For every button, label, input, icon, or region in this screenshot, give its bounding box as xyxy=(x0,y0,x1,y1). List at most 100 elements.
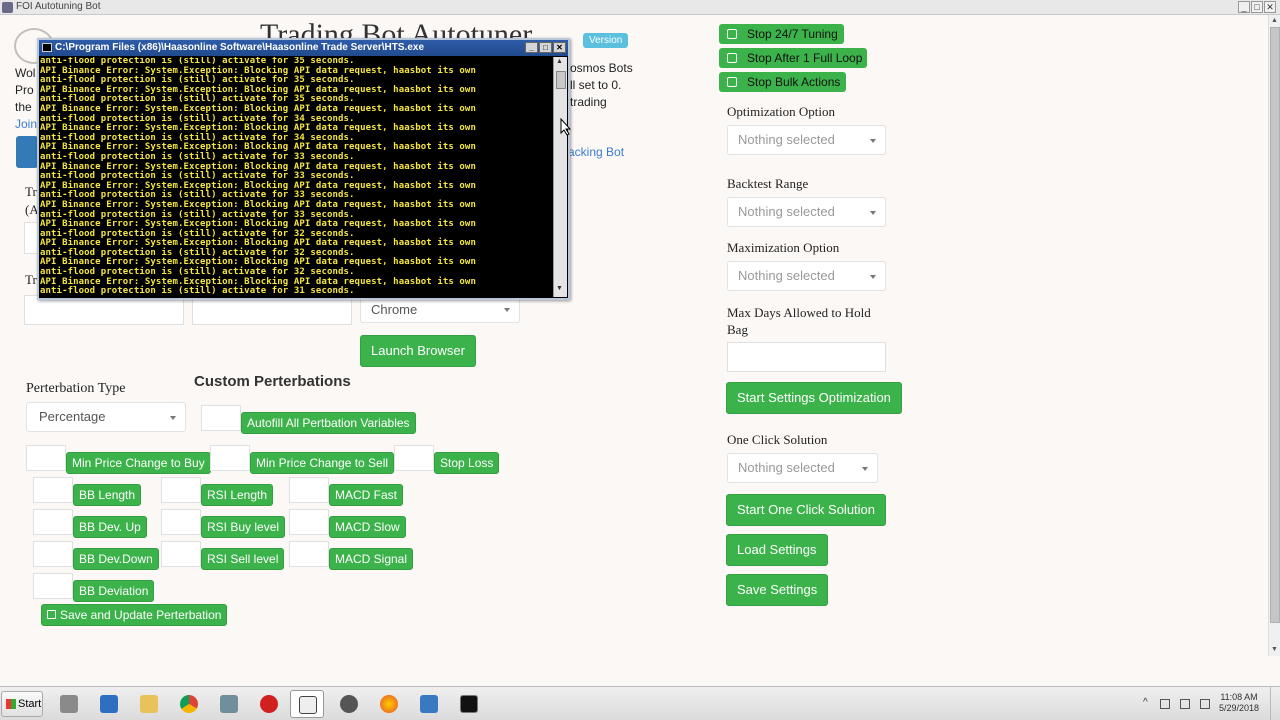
chrome-icon[interactable] xyxy=(172,690,206,718)
checkbox-icon xyxy=(727,77,737,87)
rsi-length-button[interactable]: RSI Length xyxy=(201,484,274,506)
cmd-icon[interactable] xyxy=(452,690,486,718)
scrollbar-thumb[interactable] xyxy=(1270,27,1280,623)
network-icon[interactable] xyxy=(212,690,246,718)
save-settings-button[interactable]: Save Settings xyxy=(726,574,829,606)
one-click-solution-label: One Click Solution xyxy=(727,432,828,447)
rsi-sell-button[interactable]: RSI Sell level xyxy=(201,548,285,570)
remote-desktop-icon[interactable] xyxy=(412,690,446,718)
mouse-cursor-icon xyxy=(560,118,572,136)
bb-deviation-button[interactable]: BB Deviation xyxy=(73,580,155,602)
maximize-button[interactable]: □ xyxy=(1251,1,1263,13)
optimization-option-value: Nothing selected xyxy=(738,132,835,147)
macd-slow-input[interactable] xyxy=(289,509,329,535)
backtest-range-select[interactable]: Nothing selected xyxy=(727,197,886,227)
autofill-button[interactable]: Autofill All Pertbation Variables xyxy=(241,412,416,434)
start-button[interactable]: Start xyxy=(1,691,43,717)
firefox-icon[interactable] xyxy=(372,690,406,718)
tray-chevron-icon[interactable]: ^ xyxy=(1143,697,1148,708)
bb-dev-down-button[interactable]: BB Dev.Down xyxy=(73,548,159,570)
browser-select-value: Chrome xyxy=(371,302,418,317)
macd-slow-button[interactable]: MACD Slow xyxy=(329,516,406,538)
close-button[interactable]: ✕ xyxy=(1264,1,1276,13)
start-one-click-button[interactable]: Start One Click Solution xyxy=(726,494,887,526)
file-explorer-icon[interactable] xyxy=(132,690,166,718)
backtest-range-value: Nothing selected xyxy=(738,204,835,219)
bot-link-fragment[interactable]: acking Bot xyxy=(568,145,624,159)
autofill-input[interactable] xyxy=(201,405,241,431)
rsi-sell-input[interactable] xyxy=(161,541,201,567)
perterbation-type-select[interactable]: Percentage xyxy=(26,402,186,432)
powershell-icon[interactable] xyxy=(92,690,126,718)
scroll-down-icon[interactable]: ▼ xyxy=(1269,644,1280,656)
maximization-option-select[interactable]: Nothing selected xyxy=(727,261,886,291)
console-close-button[interactable]: ✕ xyxy=(553,42,566,53)
min-price-buy-input[interactable] xyxy=(26,445,66,471)
macd-fast-button[interactable]: MACD Fast xyxy=(329,484,404,506)
min-price-sell-button[interactable]: Min Price Change to Sell xyxy=(250,452,395,474)
server-manager-icon[interactable] xyxy=(52,690,86,718)
checkbox-icon xyxy=(727,29,737,39)
optimization-option-label: Optimization Option xyxy=(727,104,835,119)
network-tray-icon[interactable] xyxy=(1180,699,1190,709)
stop-247-tuning-toggle[interactable]: Stop 24/7 Tuning xyxy=(719,24,844,44)
console-app-icon xyxy=(42,43,52,52)
one-click-solution-select[interactable]: Nothing selected xyxy=(727,453,878,483)
chevron-down-icon xyxy=(870,211,876,215)
backtest-range-label: Backtest Range xyxy=(727,176,809,191)
stop-after-loop-toggle[interactable]: Stop After 1 Full Loop xyxy=(719,48,867,68)
scroll-down-icon[interactable]: ▼ xyxy=(556,285,563,292)
vertical-scrollbar[interactable]: ▲ ▼ xyxy=(1268,15,1280,656)
bot-app-icon[interactable] xyxy=(252,690,286,718)
cursor-tool-icon[interactable] xyxy=(290,690,324,718)
save-update-perterbation-button[interactable]: Save and Update Perterbation xyxy=(41,604,228,626)
bb-length-input[interactable] xyxy=(33,477,73,503)
rsi-buy-button[interactable]: RSI Buy level xyxy=(201,516,286,538)
clock-time: 11:08 AM xyxy=(1220,692,1258,702)
volume-tray-icon[interactable] xyxy=(1200,699,1210,709)
launch-browser-button[interactable]: Launch Browser xyxy=(360,335,476,367)
bb-dev-up-button[interactable]: BB Dev. Up xyxy=(73,516,147,538)
load-settings-button[interactable]: Load Settings xyxy=(726,534,828,566)
gear-app-icon[interactable] xyxy=(332,690,366,718)
macd-signal-input[interactable] xyxy=(289,541,329,567)
min-price-buy-button[interactable]: Min Price Change to Buy xyxy=(66,452,211,474)
start-settings-optimization-button[interactable]: Start Settings Optimization xyxy=(726,382,902,414)
maximization-option-label: Maximization Option xyxy=(727,240,840,255)
chevron-down-icon xyxy=(862,467,868,471)
console-title-bar[interactable]: C:\Program Files (x86)\Haasonline Softwa… xyxy=(39,40,568,56)
scroll-up-icon[interactable]: ▲ xyxy=(1269,15,1280,27)
max-days-input[interactable] xyxy=(727,342,886,372)
console-window[interactable]: C:\Program Files (x86)\Haasonline Softwa… xyxy=(37,38,570,300)
stop-bulk-actions-toggle[interactable]: Stop Bulk Actions xyxy=(719,72,846,92)
max-days-label: Max Days Allowed to Hold Bag xyxy=(727,305,871,337)
show-desktop-button[interactable] xyxy=(1270,687,1280,720)
console-scrollbar[interactable]: ▲ ▼ xyxy=(553,57,567,297)
minimize-button[interactable]: _ xyxy=(1238,1,1250,13)
optimization-option-select[interactable]: Nothing selected xyxy=(727,125,886,155)
min-price-sell-input[interactable] xyxy=(210,445,250,471)
rsi-length-input[interactable] xyxy=(161,477,201,503)
bb-dev-down-input[interactable] xyxy=(33,541,73,567)
blue-button-fragment[interactable] xyxy=(16,136,38,168)
label-fragment-tr-2: Tr xyxy=(25,272,37,287)
bb-dev-up-input[interactable] xyxy=(33,509,73,535)
chevron-down-icon xyxy=(170,416,176,420)
macd-fast-input[interactable] xyxy=(289,477,329,503)
console-minimize-button[interactable]: _ xyxy=(525,42,538,53)
console-maximize-button[interactable]: □ xyxy=(539,42,552,53)
scroll-up-icon[interactable]: ▲ xyxy=(556,58,563,65)
flag-tray-icon[interactable] xyxy=(1160,699,1170,709)
clock-date: 5/29/2018 xyxy=(1218,703,1260,713)
join-link[interactable]: Join xyxy=(15,116,37,133)
stop-loss-button[interactable]: Stop Loss xyxy=(434,452,500,474)
clock[interactable]: 11:08 AM 5/29/2018 xyxy=(1214,692,1264,714)
description-fragment: osmos Bots ll set to 0. trading xyxy=(570,61,633,109)
perterbation-type-label: Perterbation Type xyxy=(26,381,126,396)
stop-loss-input[interactable] xyxy=(394,445,434,471)
bb-deviation-input[interactable] xyxy=(33,573,73,599)
macd-signal-button[interactable]: MACD Signal xyxy=(329,548,414,570)
rsi-buy-input[interactable] xyxy=(161,509,201,535)
bb-length-button[interactable]: BB Length xyxy=(73,484,142,506)
console-scrollbar-thumb[interactable] xyxy=(556,71,566,89)
